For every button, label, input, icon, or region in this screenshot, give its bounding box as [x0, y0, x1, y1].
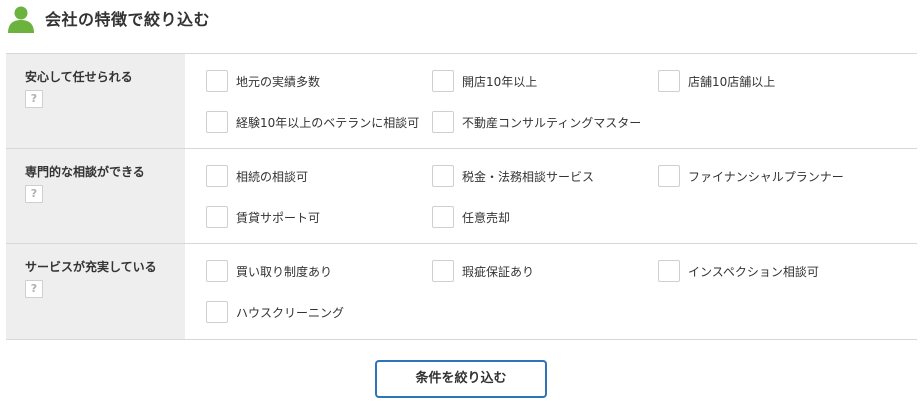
checkbox[interactable]	[206, 260, 228, 282]
checkbox[interactable]	[432, 165, 454, 187]
checkbox-label: 開店10年以上	[462, 75, 538, 89]
checkbox-label: ハウスクリーニング	[236, 306, 345, 320]
filter-panel: 安心して任せられる ? 地元の実績多数 開店10年以上 店舗10店舗以上 経験1…	[6, 53, 917, 340]
checkbox-label: 店舗10店舗以上	[688, 75, 776, 89]
checkbox[interactable]	[432, 206, 454, 228]
row-header: 専門的な相談ができる ?	[6, 149, 185, 243]
filter-row-reliability: 安心して任せられる ? 地元の実績多数 開店10年以上 店舗10店舗以上 経験1…	[6, 54, 917, 149]
section-header: 会社の特徴で絞り込む	[0, 0, 923, 40]
checkbox-label: 相続の相談可	[236, 170, 309, 184]
checkbox-label: 賃貸サポート可	[236, 211, 321, 225]
checkbox-label: 不動産コンサルティングマスター	[462, 116, 642, 130]
person-icon	[8, 6, 34, 33]
checkbox[interactable]	[658, 260, 680, 282]
checkbox-label: 瑕疵保証あり	[462, 265, 535, 279]
help-icon[interactable]: ?	[25, 90, 43, 108]
checkbox-label: ファイナンシャルプランナー	[688, 170, 844, 184]
checkbox[interactable]	[432, 260, 454, 282]
checkbox[interactable]	[432, 70, 454, 92]
checkbox[interactable]	[206, 111, 228, 133]
filter-row-expertise: 専門的な相談ができる ? 相続の相談可 税金・法務相談サービス ファイナンシャル…	[6, 149, 917, 244]
checkbox[interactable]	[658, 165, 680, 187]
checkbox-label: 経験10年以上のベテランに相談可	[236, 116, 420, 130]
checkbox[interactable]	[206, 70, 228, 92]
checkbox[interactable]	[658, 70, 680, 92]
checkbox-label: 買い取り制度あり	[236, 265, 333, 279]
checkbox[interactable]	[206, 301, 228, 323]
row-header: 安心して任せられる ?	[6, 54, 185, 148]
help-icon[interactable]: ?	[25, 280, 43, 298]
checkbox[interactable]	[432, 111, 454, 133]
row-label: サービスが充実している	[25, 260, 157, 274]
page-title: 会社の特徴で絞り込む	[45, 10, 211, 29]
checkbox-label: 地元の実績多数	[236, 75, 321, 89]
help-icon[interactable]: ?	[25, 185, 43, 203]
row-header: サービスが充実している ?	[6, 244, 185, 339]
filter-row-services: サービスが充実している ? 買い取り制度あり 瑕疵保証あり インスペクション相談…	[6, 244, 917, 340]
filter-submit-button[interactable]: 条件を絞り込む	[375, 360, 547, 398]
row-label: 専門的な相談ができる	[25, 165, 145, 179]
row-label: 安心して任せられる	[25, 70, 133, 84]
checkbox-label: 税金・法務相談サービス	[462, 170, 595, 184]
checkbox-label: 任意売却	[462, 211, 511, 225]
checkbox-label: インスペクション相談可	[688, 265, 819, 279]
checkbox[interactable]	[206, 165, 228, 187]
checkbox[interactable]	[206, 206, 228, 228]
